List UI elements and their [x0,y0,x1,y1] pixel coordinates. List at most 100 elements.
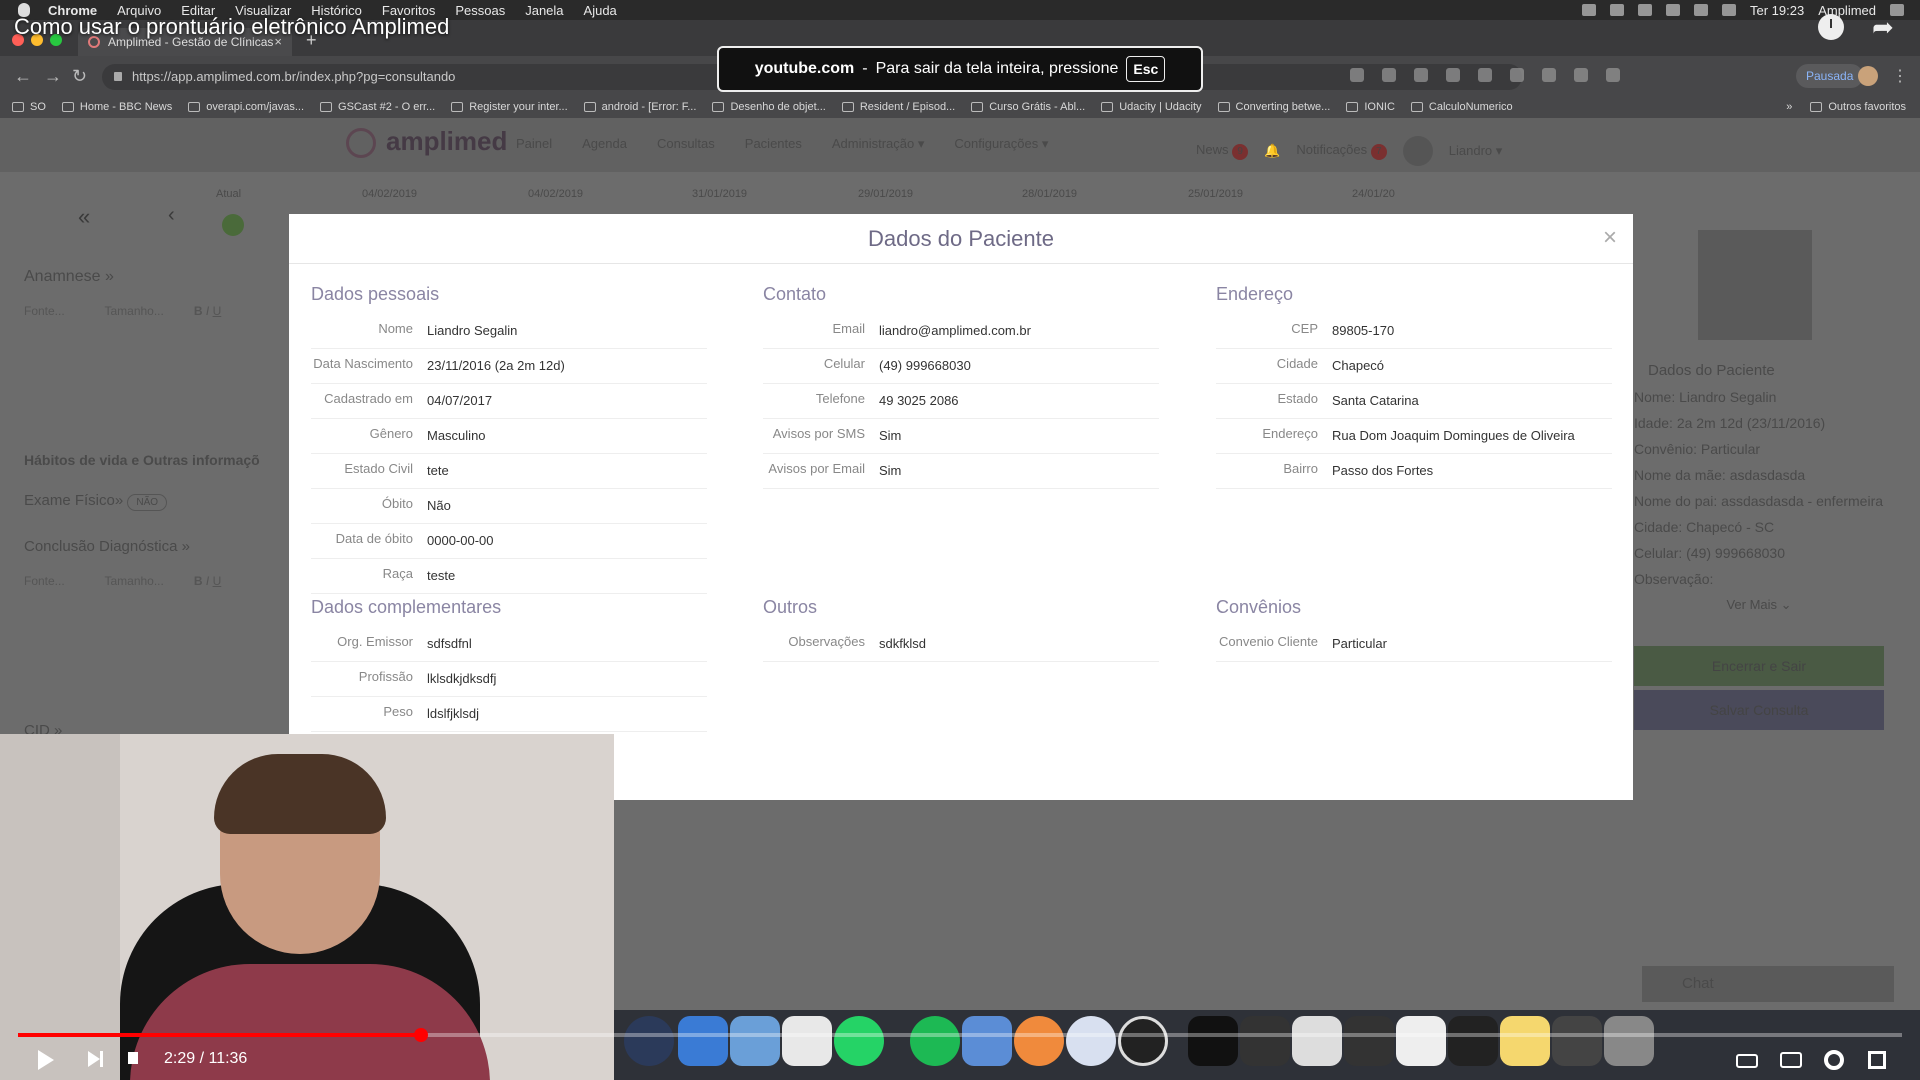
menu-pessoas[interactable]: Pessoas [455,3,505,18]
gear-icon[interactable] [1824,1050,1844,1070]
play-icon[interactable] [38,1050,54,1070]
nav-painel[interactable]: Painel [516,136,552,152]
exit-fullscreen-icon[interactable] [1868,1051,1886,1069]
size-select[interactable]: Tamanho... [104,304,163,318]
miniplayer-icon[interactable] [1736,1054,1758,1068]
exame-label[interactable]: Exame Físico» [24,492,123,509]
battery-icon[interactable] [1722,4,1736,16]
opera-extension-icon[interactable] [1414,68,1428,82]
volume-icon[interactable] [128,1052,138,1064]
nav-configuracoes[interactable]: Configurações ▾ [954,136,1048,152]
menu-janela[interactable]: Janela [525,3,563,18]
watch-later-icon[interactable] [1818,14,1844,40]
double-chevron-left-icon[interactable]: « [78,204,90,230]
volume-icon[interactable] [1694,4,1708,16]
nav-consultas[interactable]: Consultas [657,136,715,152]
close-icon[interactable]: × [1603,224,1617,252]
bookmark-item[interactable]: SO [12,101,46,113]
timeline-date[interactable]: 25/01/2019 [1188,188,1243,200]
status-icon[interactable] [1610,4,1624,16]
bookmark-item[interactable]: GSCast #2 - O err... [320,101,435,113]
bookmark-item[interactable]: overapi.com/javas... [188,101,304,113]
font-select[interactable]: Fonte... [24,304,65,318]
pocket-icon[interactable] [1446,68,1460,82]
extension-icon[interactable] [1574,68,1588,82]
status-icon[interactable] [1582,4,1596,16]
video-title[interactable]: Como usar o prontuário eletrônico Amplim… [14,14,449,40]
bookmark-item[interactable]: Register your inter... [451,101,568,113]
notifications-link[interactable]: Notificações 7 [1296,142,1387,160]
bookmark-item[interactable]: android - [Error: F... [583,101,696,113]
app-logo[interactable]: amplimed [386,126,507,157]
user-menu[interactable]: Liandro ▾ [1449,143,1503,159]
subtitles-icon[interactable] [1780,1052,1802,1068]
cast-icon[interactable] [1542,68,1556,82]
field-row: Observações sdkfklsd [763,627,1159,662]
conclusao-heading[interactable]: Conclusão Diagnóstica » [24,538,190,555]
bookmark-item[interactable]: Desenho de objet... [712,101,826,113]
italic-icon[interactable]: I [206,304,209,318]
exame-toggle[interactable]: NÃO [127,494,168,511]
bookmark-folder[interactable]: CalculoNumerico [1410,101,1513,113]
chrome-menu-icon[interactable]: ⋮ [1892,66,1908,86]
menu-ajuda[interactable]: Ajuda [584,3,617,18]
timeline-date[interactable]: 29/01/2019 [858,188,913,200]
extension-icon[interactable] [1478,68,1492,82]
habitos-heading[interactable]: Hábitos de vida e Outras informaçõ [24,452,260,468]
back-arrow-icon[interactable]: ← [14,66,32,87]
bold-icon[interactable]: B [194,574,203,588]
chat-widget[interactable]: Chat [1642,966,1894,1002]
timeline-date[interactable]: 24/01/20 [1352,188,1395,200]
nav-pacientes[interactable]: Pacientes [745,136,802,152]
nav-administracao[interactable]: Administração ▾ [832,136,925,152]
user-avatar[interactable] [1402,136,1433,166]
reload-icon[interactable]: ↻ [72,66,87,87]
field-label: Celular [823,356,865,371]
timeline-date[interactable]: 04/02/2019 [528,188,583,200]
timeline-date[interactable]: 04/02/2019 [362,188,417,200]
chevron-left-icon[interactable]: ‹ [168,204,175,227]
salvar-consulta-button[interactable]: Salvar Consulta [1634,690,1884,730]
anamnese-heading[interactable]: Anamnese » [24,268,114,286]
bold-icon[interactable]: B [194,304,203,318]
bookmarks-overflow-button[interactable]: » [1786,101,1792,113]
bookmark-item[interactable]: Converting betwe... [1217,101,1330,113]
bell-icon[interactable]: 🔔 [1264,143,1280,159]
font-select[interactable]: Fonte... [24,574,65,588]
forward-arrow-icon[interactable]: → [44,66,62,87]
timeline-current-dot[interactable] [222,214,244,236]
bookmark-item[interactable]: Udacity | Udacity [1101,101,1202,113]
bookmark-item[interactable]: Resident / Episod... [841,101,955,113]
other-bookmarks-folder[interactable]: Outros favoritos [1810,101,1906,113]
video-progress-bar[interactable] [18,1028,1902,1042]
field-row: Estado Santa Catarina [1216,384,1612,419]
moon-extension-icon[interactable] [1606,68,1620,82]
pen-extension-icon[interactable] [1510,68,1524,82]
wifi-icon[interactable] [1666,4,1680,16]
extension-icons [1350,68,1620,82]
bookmark-item[interactable]: Curso Grátis - Abl... [971,101,1085,113]
field-row: CEP 89805-170 [1216,314,1612,349]
ver-mais-link[interactable]: Ver Mais ⌄ [1634,592,1884,618]
bookmark-item[interactable]: Home - BBC News [61,101,172,113]
sync-paused-badge[interactable]: Pausada [1796,64,1864,88]
zoom-icon[interactable] [1350,68,1364,82]
nav-agenda[interactable]: Agenda [582,136,627,152]
bookmark-folder[interactable]: IONIC [1346,101,1395,113]
timeline-date[interactable]: 31/01/2019 [692,188,747,200]
italic-icon[interactable]: I [206,574,209,588]
profile-avatar[interactable] [1858,66,1878,86]
share-icon[interactable]: ➦ [1872,14,1898,40]
timeline-date[interactable]: 28/01/2019 [1022,188,1077,200]
field-value: liandro@amplimed.com.br [879,323,1031,338]
status-icon[interactable] [1638,4,1652,16]
underline-icon[interactable]: U [213,304,222,318]
encerrar-button[interactable]: Encerrar e Sair [1634,646,1884,686]
menubar-clock[interactable]: Ter 19:23 [1750,3,1804,18]
news-link[interactable]: News 9 [1196,142,1249,160]
star-icon[interactable] [1382,68,1396,82]
stackoverflow-icon [583,102,596,112]
size-select[interactable]: Tamanho... [104,574,163,588]
underline-icon[interactable]: U [213,574,222,588]
next-icon[interactable] [88,1051,103,1067]
